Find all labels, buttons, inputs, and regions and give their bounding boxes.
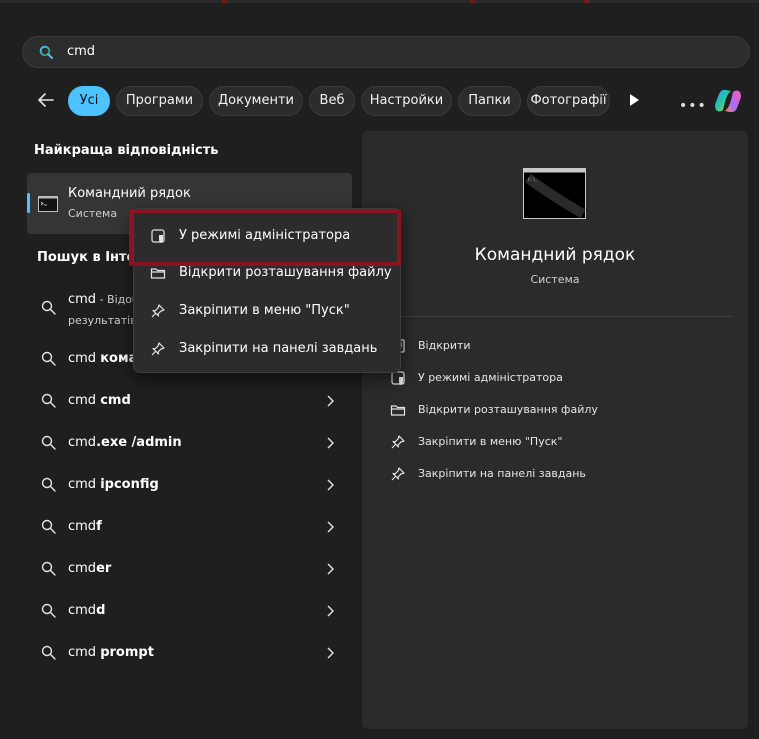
filter-settings[interactable]: Настройки xyxy=(361,86,452,116)
pin-icon xyxy=(391,467,405,481)
folder-icon xyxy=(390,405,406,416)
web-result-item[interactable]: cmd.exe /admin xyxy=(27,423,352,463)
action-open[interactable]: Відкрити xyxy=(384,332,724,360)
action-run-as-admin-label: У режимі адміністратора xyxy=(418,371,563,384)
result-query-bold: er xyxy=(96,561,112,576)
chevron-right-icon xyxy=(327,605,334,617)
filter-web[interactable]: Веб xyxy=(309,86,355,116)
back-arrow-icon[interactable] xyxy=(36,90,56,110)
result-query-bold: f xyxy=(96,519,102,534)
result-subtext: результатів xyxy=(68,314,137,327)
result-query: cmd xyxy=(68,435,97,450)
action-run-as-admin[interactable]: У режимі адміністратора xyxy=(384,364,724,392)
web-result-item[interactable]: cmd cmd xyxy=(27,381,352,421)
search-icon xyxy=(41,300,56,315)
folder-icon xyxy=(150,268,166,279)
best-match-type: Система xyxy=(68,207,118,220)
filter-apps[interactable]: Програми xyxy=(116,86,203,116)
filter-photos[interactable]: Фотографії xyxy=(527,86,610,116)
chevron-right-icon xyxy=(327,437,334,449)
action-pin-taskbar[interactable]: Закріпити на панелі завдань xyxy=(384,460,724,488)
result-query: cmd xyxy=(68,393,101,408)
result-query: cmd xyxy=(68,645,101,660)
copilot-icon[interactable] xyxy=(713,86,743,116)
result-query: cmd xyxy=(68,519,97,534)
ctx-pin-start[interactable]: Закріпити в меню "Пуск" xyxy=(138,294,396,328)
search-icon xyxy=(41,603,56,618)
web-result-item[interactable]: cmder xyxy=(27,549,352,589)
search-icon xyxy=(41,393,56,408)
action-open-file-location[interactable]: Відкрити розташування файлу xyxy=(384,396,724,424)
search-icon xyxy=(41,435,56,450)
search-icon xyxy=(41,351,56,366)
pin-icon xyxy=(151,304,165,318)
web-result-item[interactable]: cmd prompt xyxy=(27,633,352,673)
best-match-name: Командний рядок xyxy=(68,186,191,201)
search-box[interactable]: cmd xyxy=(22,36,750,68)
pin-icon xyxy=(151,342,165,356)
search-icon xyxy=(39,45,53,59)
result-query: cmd xyxy=(68,561,97,576)
action-open-file-location-label: Відкрити розташування файлу xyxy=(418,403,598,416)
action-open-label: Відкрити xyxy=(418,339,471,352)
svg-text:C:\_: C:\_ xyxy=(528,177,538,182)
result-query-bold: cmd xyxy=(100,393,131,408)
result-query: cmd xyxy=(68,603,97,618)
chevron-right-icon xyxy=(327,395,334,407)
chevron-right-icon xyxy=(327,563,334,575)
action-pin-taskbar-label: Закріпити на панелі завдань xyxy=(418,467,586,480)
chevron-right-icon xyxy=(327,521,334,533)
result-query-bold: ipconfig xyxy=(100,477,159,492)
result-query-bold: d xyxy=(96,603,106,618)
ctx-pin-start-label: Закріпити в меню "Пуск" xyxy=(179,303,350,318)
search-icon xyxy=(41,519,56,534)
search-icon xyxy=(41,645,56,660)
ctx-pin-taskbar[interactable]: Закріпити на панелі завдань xyxy=(138,332,396,366)
filter-folders[interactable]: Папки xyxy=(458,86,521,116)
web-result-item[interactable]: cmd ipconfig xyxy=(27,465,352,505)
action-pin-start-label: Закріпити в меню "Пуск" xyxy=(418,435,563,448)
result-query-bold: prompt xyxy=(100,645,154,660)
web-result-item[interactable]: cmdf xyxy=(27,507,352,547)
more-options-button[interactable]: ••• xyxy=(679,98,707,114)
web-result-item[interactable]: cmdd xyxy=(27,591,352,631)
preview-panel: C:\_ Командний рядок Система Відкрити У … xyxy=(362,131,748,729)
highlight-annotation xyxy=(129,209,401,266)
window-top-edge xyxy=(0,0,759,3)
chevron-right-icon xyxy=(327,479,334,491)
search-icon xyxy=(41,561,56,576)
scroll-right-icon[interactable] xyxy=(628,93,640,107)
command-prompt-icon: C:\_ xyxy=(523,168,586,219)
result-query: cmd xyxy=(68,292,97,307)
selection-indicator xyxy=(27,193,30,213)
action-pin-start[interactable]: Закріпити в меню "Пуск" xyxy=(384,428,724,456)
preview-app-name: Командний рядок xyxy=(474,245,636,265)
preview-app-type: Система xyxy=(530,273,580,286)
result-query: cmd xyxy=(68,351,101,366)
divider xyxy=(387,316,732,317)
result-query-bold: .exe /admin xyxy=(96,435,182,450)
best-match-title: Найкраща відповідність xyxy=(34,143,219,158)
search-input[interactable]: cmd xyxy=(67,44,95,59)
chevron-right-icon xyxy=(327,647,334,659)
pin-icon xyxy=(391,435,405,449)
result-query: cmd xyxy=(68,477,101,492)
ctx-pin-taskbar-label: Закріпити на панелі завдань xyxy=(179,341,378,356)
filter-documents[interactable]: Документи xyxy=(209,86,303,116)
search-icon xyxy=(41,477,56,492)
ctx-open-file-location-label: Відкрити розташування файлу xyxy=(179,265,392,280)
filter-all[interactable]: Усі xyxy=(68,86,110,116)
command-prompt-icon xyxy=(38,196,58,212)
